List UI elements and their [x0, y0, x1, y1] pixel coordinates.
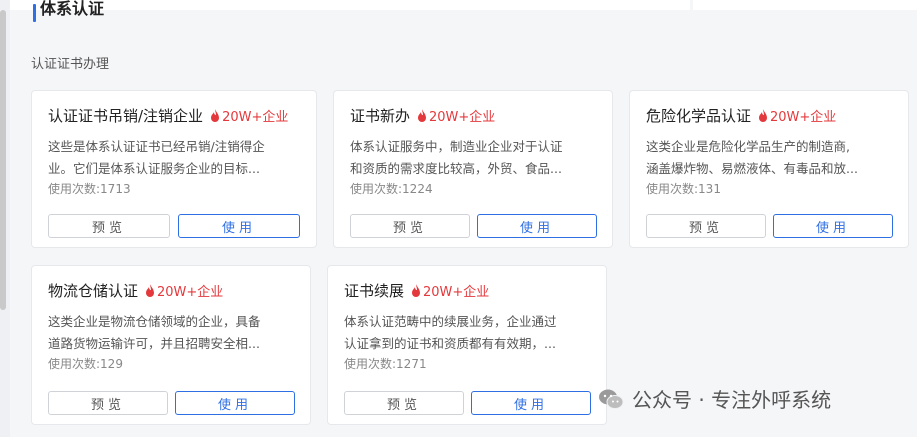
fire-icon — [211, 108, 220, 122]
use-button[interactable]: 使用 — [178, 214, 300, 238]
popularity-badge: 20W+企业 — [770, 110, 837, 125]
template-card-logistics: 物流仓储认证 20W+企业 这类企业是物流仓储领域的企业，具备 道路货物运输许可… — [31, 265, 311, 425]
card-description: 体系认证范畴中的续展业务，企业通过 认证拿到的证书和资质都有有效期，... — [344, 311, 598, 355]
card-title: 证书续展 — [344, 282, 405, 300]
usage-count: 使用次数:1713 — [48, 182, 131, 196]
card-description: 这类企业是物流仓储领域的企业，具备 道路货物运输许可，并且招聘安全相... — [48, 311, 302, 355]
usage-count: 使用次数:1271 — [344, 357, 427, 371]
card-description: 这些是体系认证证书已经吊销/注销得企 业。它们是体系认证服务企业的目标... — [48, 136, 308, 180]
fire-icon — [412, 283, 421, 297]
preview-button[interactable]: 预览 — [48, 391, 168, 415]
description-line: 认证拿到的证书和资质都有有效期，... — [344, 336, 556, 351]
card-title: 危险化学品认证 — [646, 107, 752, 125]
watermark: 公众号 · 专注外呼系统 — [598, 384, 831, 413]
popularity-badge: 20W+企业 — [423, 285, 490, 300]
description-line: 这类企业是物流仓储领域的企业，具备 — [48, 314, 261, 329]
preview-button[interactable]: 预览 — [344, 391, 464, 415]
card-title: 物流仓储认证 — [48, 282, 139, 300]
header-strip — [10, 0, 690, 10]
description-line: 业。它们是体系认证服务企业的目标... — [48, 161, 260, 176]
preview-button[interactable]: 预览 — [350, 214, 470, 238]
description-line: 和资质的需求度比较高，外贸、食品... — [350, 161, 562, 176]
template-card-renewal: 证书续展 20W+企业 体系认证范畴中的续展业务，企业通过 认证拿到的证书和资质… — [327, 265, 607, 425]
description-line: 这些是体系认证证书已经吊销/注销得企 — [48, 139, 265, 154]
section-title: 体系认证 — [40, 0, 105, 18]
card-title: 证书新办 — [350, 107, 411, 125]
section-marker — [33, 4, 36, 22]
header-strip-right — [693, 0, 917, 10]
card-title-row: 证书新办 20W+企业 — [350, 105, 495, 126]
description-line: 体系认证服务中，制造业企业对于认证 — [350, 139, 563, 154]
card-title: 认证证书吊销/注销企业 — [48, 107, 204, 125]
card-title-row: 危险化学品认证 20W+企业 — [646, 105, 836, 126]
popularity-badge: 20W+企业 — [157, 285, 224, 300]
scrollbar[interactable] — [0, 10, 6, 310]
description-line: 道路货物运输许可，并且招聘安全相... — [48, 336, 260, 351]
card-description: 体系认证服务中，制造业企业对于认证 和资质的需求度比较高，外贸、食品... — [350, 136, 604, 180]
template-card-hazardous: 危险化学品认证 20W+企业 这类企业是危险化学品生产的制造商, 涵盖爆炸物、易… — [629, 90, 909, 248]
usage-count: 使用次数:129 — [48, 357, 123, 371]
use-button[interactable]: 使用 — [175, 391, 295, 415]
category-subtitle: 认证证书办理 — [31, 57, 110, 72]
card-title-row: 物流仓储认证 20W+企业 — [48, 280, 223, 301]
usage-count: 使用次数:131 — [646, 182, 721, 196]
fire-icon — [759, 108, 768, 122]
popularity-badge: 20W+企业 — [222, 110, 289, 125]
use-button[interactable]: 使用 — [471, 391, 591, 415]
popularity-badge: 20W+企业 — [429, 110, 496, 125]
description-line: 体系认证范畴中的续展业务，企业通过 — [344, 314, 557, 329]
fire-icon — [146, 283, 155, 297]
template-card-new-cert: 证书新办 20W+企业 体系认证服务中，制造业企业对于认证 和资质的需求度比较高… — [333, 90, 613, 248]
fire-icon — [418, 108, 427, 122]
preview-button[interactable]: 预览 — [646, 214, 766, 238]
preview-button[interactable]: 预览 — [48, 214, 170, 238]
watermark-text: 公众号 · 专注外呼系统 — [632, 388, 832, 412]
use-button[interactable]: 使用 — [477, 214, 597, 238]
description-line: 这类企业是危险化学品生产的制造商, — [646, 139, 850, 154]
use-button[interactable]: 使用 — [773, 214, 893, 238]
wechat-icon — [599, 389, 624, 409]
card-title-row: 认证证书吊销/注销企业 20W+企业 — [48, 105, 288, 126]
description-line: 涵盖爆炸物、易燃液体、有毒品和放... — [646, 161, 858, 176]
card-title-row: 证书续展 20W+企业 — [344, 280, 489, 301]
usage-count: 使用次数:1224 — [350, 182, 433, 196]
template-card-revoked: 认证证书吊销/注销企业 20W+企业 这些是体系认证证书已经吊销/注销得企 业。… — [31, 90, 317, 248]
card-description: 这类企业是危险化学品生产的制造商, 涵盖爆炸物、易燃液体、有毒品和放... — [646, 136, 900, 180]
